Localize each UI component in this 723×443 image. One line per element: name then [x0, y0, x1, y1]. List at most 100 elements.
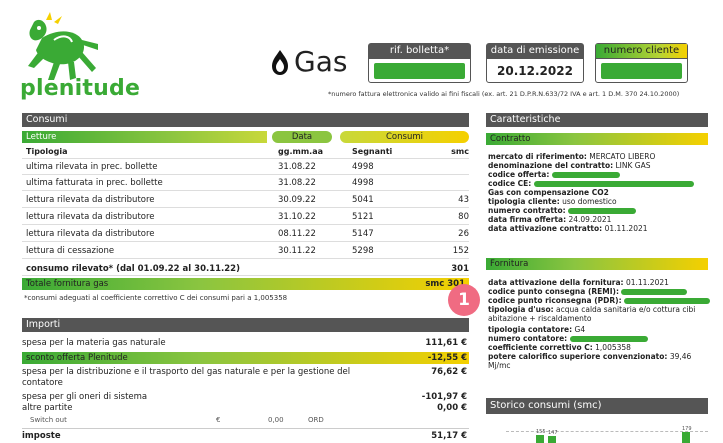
numero-cliente-redacted	[601, 63, 682, 79]
cell-segnanti: 4998	[352, 162, 374, 172]
product-label: Gas	[294, 45, 348, 78]
sub-smc: smc	[451, 147, 469, 156]
numero-cliente-label: numero cliente	[596, 44, 687, 59]
kv-data-attivazione: data attivazione contratto: 01.11.2021	[488, 224, 648, 233]
switch-out-row: Switch out € 0,00 ORD	[30, 416, 370, 426]
importi-header: Importi	[22, 318, 469, 332]
cell-tipologia: lettura di cessazione	[26, 246, 115, 256]
kv-tipologia-contatore: tipologia contatore: G4	[488, 325, 586, 334]
kv-pdr: codice punto riconsegna (PDR):	[488, 296, 710, 305]
header-note: *numero fattura elettronica valido ai fi…	[328, 90, 680, 98]
consumi-column-bar: Letture Data Consumi	[22, 131, 469, 143]
consumo-rilevato-label: consumo rilevato* (dal 01.09.22 al 30.11…	[26, 264, 240, 274]
cell-segnanti: 5041	[352, 195, 374, 205]
cell-tipologia: lettura rilevata da distributore	[26, 212, 155, 222]
redacted-field	[569, 336, 648, 342]
totale-label: Totale fornitura gas	[26, 279, 109, 289]
importi-label: spesa per gli oneri di sistema	[22, 392, 148, 402]
kv-numero-contatore: numero contatore:	[488, 334, 710, 343]
rif-bolletta-box: rif. bolletta*	[368, 43, 471, 83]
fornitura-header: Fornitura	[486, 258, 708, 270]
cell-data: 31.10.22	[278, 212, 316, 222]
switch-out-value: 0,00	[268, 416, 284, 424]
rif-bolletta-redacted	[374, 63, 465, 79]
kv-data-firma: data firma offerta: 24.09.2021	[488, 215, 612, 224]
chart-bar	[682, 432, 690, 443]
importi-amount-distribuzione: 76,62 €	[431, 367, 467, 377]
importi-row-materia: spesa per la materia gas naturale 111,61…	[22, 338, 469, 349]
sub-tipologia: Tipologia	[26, 147, 68, 156]
importi-row-sconto: sconto offerta Plenitude -12,55 €	[22, 352, 469, 364]
cell-smc: 152	[452, 246, 469, 256]
letture-header: Letture	[22, 131, 267, 143]
cell-tipologia: lettura rilevata da distributore	[26, 195, 155, 205]
sub-segnanti: Segnanti	[352, 147, 393, 156]
cell-data: 30.09.22	[278, 195, 316, 205]
consumi-table-row: lettura rilevata da distributore 08.11.22…	[22, 226, 469, 242]
importi-label: spesa per la materia gas naturale	[22, 338, 166, 348]
totale-fornitura-bar: Totale fornitura gas smc 301	[22, 278, 469, 290]
cell-smc: 80	[458, 212, 469, 222]
importi-amount: -12,55 €	[427, 353, 467, 363]
cell-tipologia: ultima fatturata in prec. bollette	[26, 178, 163, 188]
kv-denominazione: denominazione del contratto: LINK GAS	[488, 161, 651, 170]
cell-data: 31.08.22	[278, 162, 316, 172]
redacted-field	[533, 181, 694, 187]
kv-mercato: mercato di riferimento: MERCATO LIBERO	[488, 152, 656, 161]
importi-amount: 0,00 €	[437, 403, 467, 413]
importi-row-altre: altre partite 0,00 €	[22, 403, 469, 414]
importi-label: sconto offerta Plenitude	[26, 353, 128, 363]
storico-chart: 155 147 179	[486, 418, 708, 443]
data-emissione-label: data di emissione	[487, 44, 583, 59]
kv-numero-contratto: numero contratto:	[488, 206, 710, 215]
importi-row-oneri: spesa per gli oneri di sistema -101,97 €	[22, 392, 469, 403]
kv-data-att-fornitura: data attivazione della fornitura: 01.11.…	[488, 278, 669, 287]
brand-name: plenitude	[20, 76, 141, 101]
consumi-header: Consumi	[22, 113, 469, 127]
redacted-field	[623, 298, 710, 304]
redacted-field	[621, 289, 688, 295]
kv-potere-calorifico: potere calorifico superiore convenzionat…	[488, 352, 692, 370]
cell-segnanti: 5121	[352, 212, 374, 222]
cell-data: 30.11.22	[278, 246, 316, 256]
kv-codice-ce: codice CE:	[488, 179, 710, 188]
consumi-footnote: *consumi adeguati al coefficiente corret…	[24, 294, 288, 302]
consumi-table-row: lettura rilevata da distributore 30.09.22…	[22, 192, 469, 208]
consumi-col-header: Consumi	[340, 131, 469, 143]
switch-out-code: ORD	[308, 416, 324, 424]
consumo-rilevato-row: consumo rilevato* (dal 01.09.22 al 30.11…	[22, 262, 469, 276]
importi-label: spesa per la distribuzione e il trasport…	[22, 367, 351, 388]
cell-segnanti: 5298	[352, 246, 374, 256]
imposte-value: 51,17 €	[431, 431, 467, 441]
cell-smc: 26	[458, 229, 469, 239]
cell-smc: 43	[458, 195, 469, 205]
importi-row-distribuzione: spesa per la distribuzione e il trasport…	[22, 367, 362, 389]
kv-remi: codice punto consegna (REMI):	[488, 287, 710, 296]
consumi-subheader-row: Tipologia gg.mm.aa Segnanti smc	[22, 145, 469, 159]
numero-cliente-box: numero cliente	[595, 43, 688, 83]
flame-icon	[272, 49, 288, 75]
cell-data: 08.11.22	[278, 229, 316, 239]
cell-tipologia: lettura rilevata da distributore	[26, 229, 155, 239]
chart-bar	[548, 436, 556, 443]
consumi-table-row: lettura di cessazione 30.11.22 5298 152	[22, 243, 469, 259]
storico-header: Storico consumi (smc)	[486, 398, 708, 414]
sub-data: gg.mm.aa	[278, 147, 323, 156]
rif-bolletta-label: rif. bolletta*	[369, 44, 470, 59]
chart-bar	[536, 435, 544, 443]
contratto-header: Contratto	[486, 133, 708, 145]
importi-amount: 111,61 €	[425, 338, 467, 348]
data-emissione-box: data di emissione 20.12.2022	[486, 43, 584, 83]
data-emissione-value: 20.12.2022	[497, 64, 573, 78]
importi-label: altre partite	[22, 403, 73, 413]
redacted-field	[551, 172, 620, 178]
consumi-table-row: ultima rilevata in prec. bollette 31.08.2…	[22, 159, 469, 175]
consumi-table-row: ultima fatturata in prec. bollette 31.08.…	[22, 175, 469, 191]
importi-divider	[22, 428, 469, 429]
switch-out-label: Switch out	[30, 416, 67, 424]
cell-segnanti: 4998	[352, 178, 374, 188]
product-title: Gas	[270, 45, 347, 78]
switch-out-currency: €	[216, 416, 221, 424]
redacted-field	[568, 208, 637, 214]
kv-gas-compensazione: Gas con compensazione CO2	[488, 188, 609, 197]
